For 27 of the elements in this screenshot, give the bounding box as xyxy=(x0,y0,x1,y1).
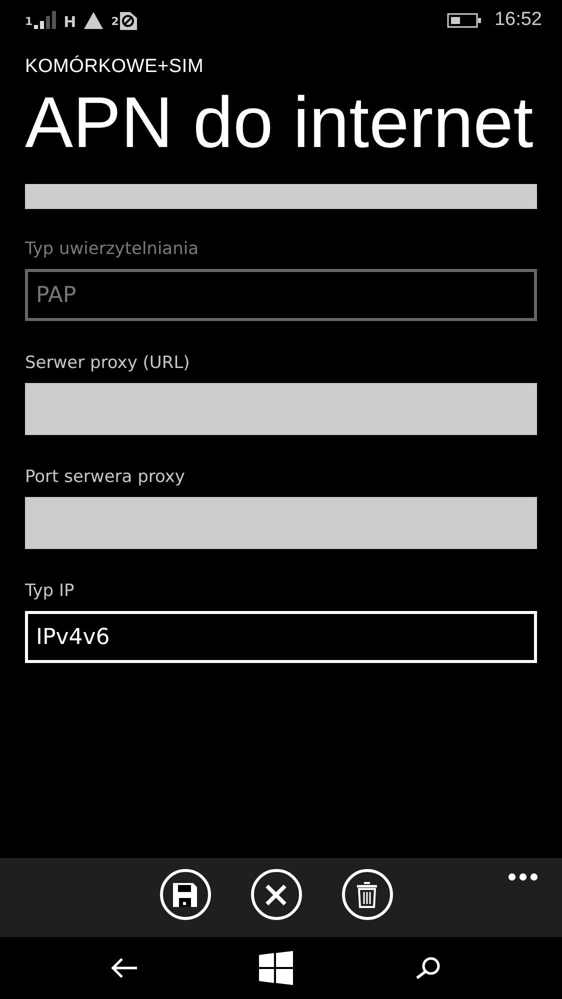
cancel-button[interactable] xyxy=(250,869,302,920)
search-icon[interactable] xyxy=(415,956,441,980)
input-field[interactable] xyxy=(25,184,537,210)
network-type: H xyxy=(64,13,76,31)
page-title: APN do internet xyxy=(25,82,534,165)
roaming-icon xyxy=(84,12,104,28)
sim-number: 2 xyxy=(111,15,119,28)
dropdown-field[interactable]: IPv4v6 xyxy=(25,611,537,664)
field-label: Serwer proxy (URL) xyxy=(25,353,191,374)
sim-number: 1 xyxy=(25,15,33,28)
section-title: KOMÓRKOWE+SIM xyxy=(25,56,205,78)
save-button[interactable] xyxy=(160,869,210,920)
back-icon[interactable] xyxy=(111,958,137,978)
windows-icon[interactable] xyxy=(259,951,293,985)
input-field[interactable] xyxy=(25,497,537,550)
trash-can-icon xyxy=(356,882,378,908)
clock: 16:52 xyxy=(494,9,542,31)
field-label: Port serwera proxy xyxy=(25,467,186,488)
sim-off-icon xyxy=(120,10,137,30)
delete-button[interactable] xyxy=(342,869,392,920)
input-field[interactable] xyxy=(25,383,537,436)
field-label: Typ uwierzytelniania xyxy=(25,239,200,260)
signal-icon xyxy=(34,11,56,29)
battery-icon xyxy=(447,12,482,28)
field-label: Typ IP xyxy=(25,581,76,602)
more-icon[interactable] xyxy=(508,873,538,881)
close-icon xyxy=(264,882,288,906)
